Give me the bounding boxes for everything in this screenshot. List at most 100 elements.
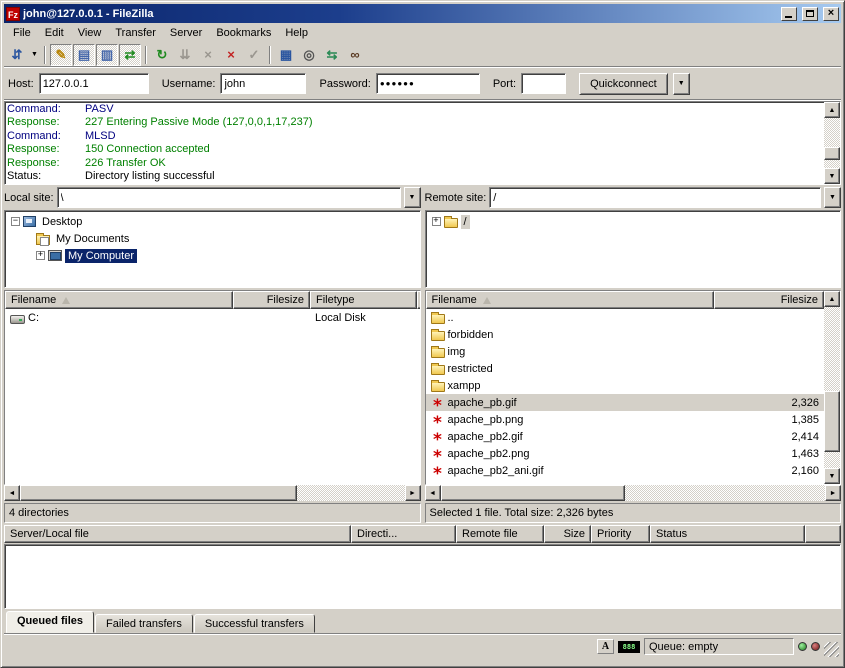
- log-line-text: 150 Connection accepted: [85, 143, 210, 155]
- synchronized-browsing-button[interactable]: ⇆: [321, 44, 343, 66]
- toggle-transfer-queue-button[interactable]: ⇄: [119, 44, 141, 66]
- remote-site-dropdown-button[interactable]: ▼: [824, 187, 841, 208]
- column-header-server-local-file[interactable]: Server/Local file: [4, 525, 351, 543]
- remote-file-row[interactable]: restricted: [426, 360, 825, 377]
- remote-site-input[interactable]: [489, 187, 821, 208]
- resize-grip[interactable]: [824, 642, 839, 657]
- remote-scroll-track[interactable]: [824, 307, 840, 468]
- scroll-down-button[interactable]: ▼: [824, 468, 840, 484]
- column-header-filesize[interactable]: Filesize: [714, 291, 825, 309]
- transfer-type-indicator[interactable]: A: [597, 639, 614, 654]
- remote-file-row[interactable]: xampp: [426, 377, 825, 394]
- remote-scroll-track-h[interactable]: [441, 485, 826, 501]
- maximize-button[interactable]: [802, 7, 818, 21]
- abort-button[interactable]: ✓: [243, 44, 265, 66]
- local-site-input[interactable]: [57, 187, 401, 208]
- directory-comparison-button[interactable]: ◎: [298, 44, 320, 66]
- column-header-directi-[interactable]: Directi...: [351, 525, 456, 543]
- remote-file-row[interactable]: *apache_pb2.gif2,414: [426, 428, 825, 445]
- collapse-icon[interactable]: −: [11, 217, 20, 226]
- scroll-left-button[interactable]: ◄: [4, 485, 20, 501]
- menu-item-transfer[interactable]: Transfer: [108, 25, 163, 41]
- scroll-down-button[interactable]: ▼: [824, 168, 840, 184]
- log-scroll-thumb[interactable]: [824, 147, 840, 160]
- expand-icon[interactable]: +: [432, 217, 441, 226]
- refresh-button[interactable]: ↻: [151, 44, 173, 66]
- column-header-priority[interactable]: Priority: [591, 525, 650, 543]
- local-site-dropdown-button[interactable]: ▼: [404, 187, 421, 208]
- scroll-up-button[interactable]: ▲: [824, 291, 840, 307]
- remote-scroll-thumb-h[interactable]: [441, 485, 626, 501]
- titlebar[interactable]: Fz john@127.0.0.1 - FileZilla ×: [4, 4, 841, 23]
- tree-item-desktop[interactable]: −Desktop: [6, 213, 419, 230]
- scroll-right-button[interactable]: ►: [825, 485, 841, 501]
- port-input[interactable]: [521, 73, 566, 94]
- column-header-status[interactable]: Status: [650, 525, 805, 543]
- site-manager-button[interactable]: ⇵: [6, 44, 28, 66]
- tree-item-my-computer[interactable]: + My Computer: [6, 247, 419, 264]
- local-horizontal-scrollbar[interactable]: ◄ ►: [4, 485, 421, 501]
- column-header-filename[interactable]: Filename: [5, 291, 233, 309]
- column-header-empty[interactable]: [805, 525, 841, 543]
- toggle-local-tree-button[interactable]: ▤: [73, 44, 95, 66]
- remote-list-body: ..forbiddenimgrestrictedxampp*apache_pb.…: [426, 309, 825, 484]
- column-header-size[interactable]: Size: [544, 525, 591, 543]
- tab-failed-transfers[interactable]: Failed transfers: [95, 614, 193, 633]
- expand-icon[interactable]: +: [36, 251, 45, 260]
- log-scrollbar[interactable]: ▲ ▼: [824, 102, 840, 184]
- menu-item-edit[interactable]: Edit: [38, 25, 71, 41]
- filter-button[interactable]: ▦: [275, 44, 297, 66]
- quickconnect-button[interactable]: Quickconnect: [579, 73, 668, 95]
- minimize-button[interactable]: [781, 7, 797, 21]
- quickconnect-dropdown-button[interactable]: ▼: [673, 73, 690, 95]
- menu-item-help[interactable]: Help: [278, 25, 315, 41]
- toggle-message-log-button[interactable]: ✎: [50, 44, 72, 66]
- local-scroll-track[interactable]: [20, 485, 405, 501]
- menu-item-file[interactable]: File: [6, 25, 38, 41]
- remote-file-row[interactable]: *apache_pb2_ani.gif2,160: [426, 462, 825, 479]
- column-header-filename[interactable]: Filename: [426, 291, 714, 309]
- remote-vertical-scrollbar[interactable]: ▲ ▼: [824, 291, 840, 484]
- tree-item-label: My Computer: [65, 249, 137, 263]
- remote-file-row[interactable]: *apache_pb.png1,385: [426, 411, 825, 428]
- tree-item-my-documents[interactable]: My Documents: [6, 230, 419, 247]
- host-input[interactable]: [39, 73, 149, 94]
- remote-file-row[interactable]: *apache_pb2.png1,463: [426, 445, 825, 462]
- disconnect-button[interactable]: ×: [220, 44, 242, 66]
- scroll-up-button[interactable]: ▲: [824, 102, 840, 118]
- column-header-filetype[interactable]: Filetype: [310, 291, 417, 309]
- log-scroll-track[interactable]: [824, 118, 840, 168]
- log-line: Command:MLSD: [7, 130, 822, 143]
- column-header-l[interactable]: L: [417, 291, 420, 309]
- tree-item--[interactable]: +/: [427, 213, 840, 230]
- tab-queued-files[interactable]: Queued files: [6, 611, 94, 633]
- remote-file-row[interactable]: img: [426, 343, 825, 360]
- menu-item-server[interactable]: Server: [163, 25, 209, 41]
- speed-limit-icon[interactable]: 888: [618, 641, 640, 653]
- local-file-row[interactable]: C:Local Disk: [5, 309, 420, 326]
- remote-scroll-thumb[interactable]: [824, 391, 840, 452]
- scroll-right-button[interactable]: ►: [405, 485, 421, 501]
- menu-item-view[interactable]: View: [71, 25, 109, 41]
- toggle-remote-tree-button[interactable]: ▥: [96, 44, 118, 66]
- process-queue-button[interactable]: ⇊: [174, 44, 196, 66]
- remote-file-row[interactable]: forbidden: [426, 326, 825, 343]
- menu-item-bookmarks[interactable]: Bookmarks: [209, 25, 278, 41]
- find-files-button[interactable]: ∞: [344, 44, 366, 66]
- log-line-text: PASV: [85, 103, 114, 115]
- column-header-filesize[interactable]: Filesize: [233, 291, 310, 309]
- remote-file-row[interactable]: ..: [426, 309, 825, 326]
- username-input[interactable]: [220, 73, 306, 94]
- remote-file-row[interactable]: *apache_pb.gif2,326: [426, 394, 825, 411]
- tab-successful-transfers[interactable]: Successful transfers: [194, 614, 315, 633]
- password-input[interactable]: [376, 73, 480, 94]
- column-header-remote-file[interactable]: Remote file: [456, 525, 544, 543]
- close-button[interactable]: ×: [823, 7, 839, 21]
- cancel-operation-button[interactable]: ×: [197, 44, 219, 66]
- remote-horizontal-scrollbar[interactable]: ◄ ►: [425, 485, 842, 501]
- sort-ascending-icon: [62, 297, 70, 304]
- site-manager-dropdown-button[interactable]: ▼: [29, 44, 40, 66]
- drive-icon: [10, 315, 25, 324]
- local-scroll-thumb[interactable]: [20, 485, 297, 501]
- scroll-left-button[interactable]: ◄: [425, 485, 441, 501]
